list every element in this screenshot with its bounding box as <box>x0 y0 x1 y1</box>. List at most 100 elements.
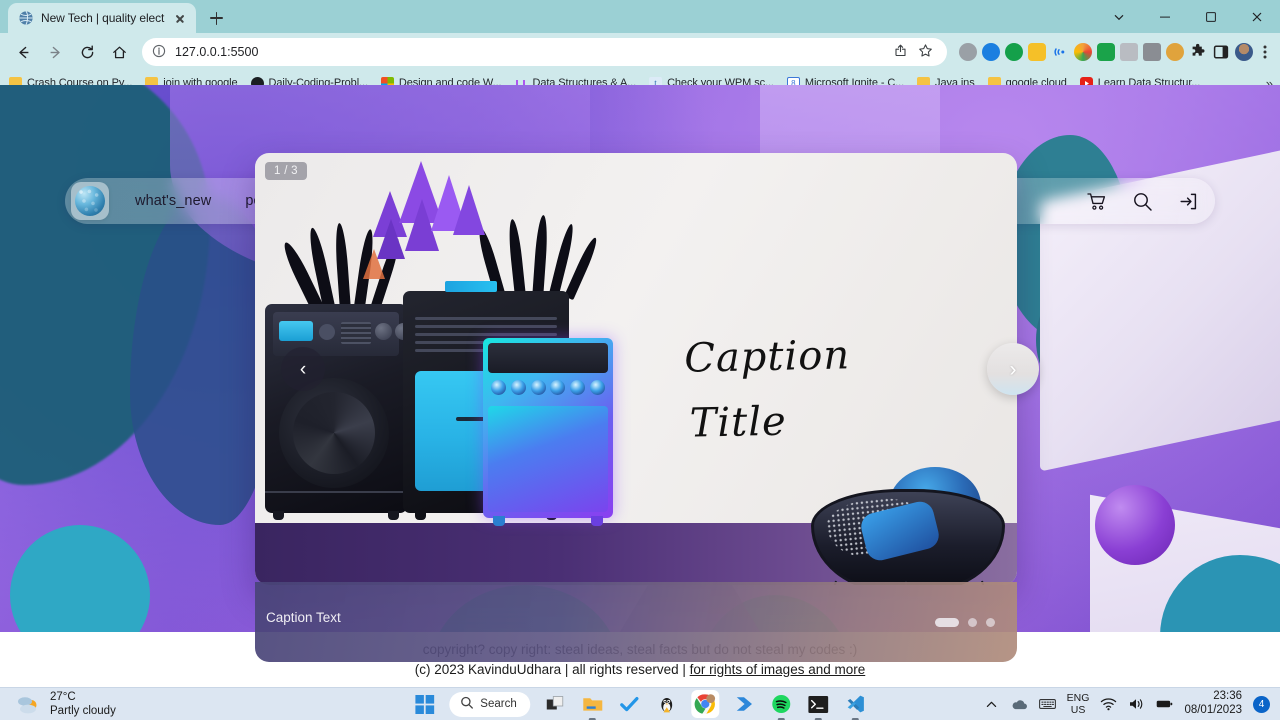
nav-item-whats-new[interactable]: what's_new <box>135 193 211 209</box>
search-icon[interactable] <box>1131 190 1153 212</box>
tab-strip: New Tech | quality electronic item <box>0 0 1280 33</box>
system-tray: ENG US 23:36 08/01/2023 4 <box>983 690 1280 718</box>
carousel-dot-1[interactable] <box>935 618 959 627</box>
caption-title: Caption Title <box>684 323 852 456</box>
taskbar-weather-widget[interactable]: 27°C Partly cloudy <box>0 690 116 718</box>
notification-badge[interactable]: 4 <box>1253 695 1270 713</box>
caption-title-line-1: Caption <box>683 332 851 382</box>
linux-button[interactable] <box>655 692 679 716</box>
wifi-icon[interactable] <box>1100 696 1117 713</box>
clock-date: 08/01/2023 <box>1184 704 1242 716</box>
url-text: 127.0.0.1:5500 <box>175 45 259 59</box>
extensions-strip <box>955 43 1272 61</box>
browser-window: New Tech | quality electronic item <box>0 0 1280 720</box>
kebab-menu-icon[interactable] <box>1258 43 1272 61</box>
footer-rights-link[interactable]: for rights of images and more <box>690 662 866 677</box>
vscode-button[interactable] <box>844 692 868 716</box>
maximize-button[interactable] <box>1188 0 1234 33</box>
taskbar-items: Search <box>412 690 867 718</box>
home-button[interactable] <box>104 37 134 67</box>
cookie-icon[interactable] <box>1166 43 1184 61</box>
taskbar-clock[interactable]: 23:36 08/01/2023 <box>1184 690 1242 718</box>
site-nav-actions <box>1085 190 1199 212</box>
carousel-dots <box>935 618 995 627</box>
new-tab-button[interactable] <box>202 4 230 32</box>
language-indicator[interactable]: ENG US <box>1067 692 1090 716</box>
file-explorer-button[interactable] <box>581 692 605 716</box>
todo-button[interactable] <box>618 692 642 716</box>
weather-temp: 27°C <box>50 690 76 703</box>
share-icon[interactable] <box>893 43 908 61</box>
show-hidden-icons-chevron[interactable] <box>983 696 1000 713</box>
minimize-button[interactable] <box>1142 0 1188 33</box>
hand-icon[interactable] <box>1120 43 1138 61</box>
carousel-dot-2[interactable] <box>968 618 977 627</box>
carousel-dot-3[interactable] <box>986 618 995 627</box>
carousel-caption-bar: Caption Text <box>255 582 1017 662</box>
logo-sphere-icon <box>75 186 105 216</box>
terminal-button[interactable] <box>807 692 831 716</box>
bookmark-star-icon[interactable] <box>918 43 933 61</box>
chevron-right-icon: › <box>1009 357 1017 381</box>
weather-text: 27°C Partly cloudy <box>50 690 116 718</box>
forward-button[interactable] <box>40 37 70 67</box>
gray-box-icon[interactable] <box>1143 43 1161 61</box>
sidepanel-icon[interactable] <box>1212 43 1230 61</box>
puzzle-icon[interactable] <box>1189 43 1207 61</box>
volume-icon[interactable] <box>1128 696 1145 713</box>
pocket-icon[interactable] <box>1005 43 1023 61</box>
start-button[interactable] <box>412 692 436 716</box>
site-info-icon[interactable] <box>152 44 166 61</box>
carousel-next-button[interactable]: › <box>987 343 1039 395</box>
task-view-button[interactable] <box>544 692 568 716</box>
slide-illustration <box>255 153 1017 585</box>
search-icon <box>460 696 473 712</box>
dishwasher-graphic <box>483 338 613 526</box>
taskbar-search-label: Search <box>480 698 517 710</box>
language-line-1: ENG <box>1066 691 1090 704</box>
lightbulb-icon[interactable] <box>1028 43 1046 61</box>
carousel-prev-button[interactable]: ‹ <box>281 347 325 391</box>
shazam-icon[interactable] <box>982 43 1000 61</box>
chrome-button[interactable] <box>691 690 720 718</box>
footer-copyright: (c) 2023 KavinduUdhara | all rights rese… <box>414 661 690 677</box>
close-window-button[interactable] <box>1234 0 1280 33</box>
power-automate-button[interactable] <box>733 692 757 716</box>
chair-graphic <box>805 467 1011 585</box>
chevron-left-icon: ‹ <box>299 358 307 380</box>
close-icon[interactable] <box>172 10 188 26</box>
taskbar-search-box[interactable]: Search <box>449 691 531 717</box>
reload-button[interactable] <box>72 37 102 67</box>
login-icon[interactable] <box>1177 190 1199 212</box>
avatar-icon[interactable] <box>1235 43 1253 61</box>
broadcast-icon[interactable] <box>1051 43 1069 61</box>
caption-title-line-2: Title <box>689 398 788 447</box>
windows-taskbar: 27°C Partly cloudy Search ENG US 23:36 0… <box>0 687 1280 720</box>
language-line-2: US <box>1070 704 1086 716</box>
site-logo[interactable] <box>71 182 109 220</box>
carousel-slide: Caption Title <box>255 153 1017 585</box>
back-button[interactable] <box>8 37 38 67</box>
grammar-icon[interactable] <box>1097 43 1115 61</box>
image-carousel: Caption Text Caption Title 1 / 3 ‹ › <box>255 153 1039 662</box>
slide-counter: 1 / 3 <box>265 162 307 180</box>
clock-color-icon[interactable] <box>1074 43 1092 61</box>
keyboard-icon[interactable] <box>1038 696 1056 713</box>
onedrive-icon[interactable] <box>1011 696 1028 713</box>
speed-icon[interactable] <box>959 43 977 61</box>
washing-machine-graphic <box>265 304 412 520</box>
address-bar[interactable]: 127.0.0.1:5500 <box>142 38 947 66</box>
globe-icon <box>18 10 34 26</box>
weather-condition: Partly cloudy <box>50 705 116 717</box>
caption-text: Caption Text <box>266 610 341 625</box>
nav-label: what's_new <box>135 193 212 209</box>
cart-icon[interactable] <box>1085 190 1107 212</box>
tab-title: New Tech | quality electronic item <box>41 11 165 25</box>
chevron-down-icon[interactable] <box>1096 0 1142 33</box>
battery-icon[interactable] <box>1156 696 1173 713</box>
clock-time: 23:36 <box>1213 690 1242 703</box>
browser-tab[interactable]: New Tech | quality electronic item <box>8 3 196 33</box>
spotify-button[interactable] <box>770 692 794 716</box>
page-viewport: what's_new popular categories <box>0 85 1280 687</box>
footer-line-2: (c) 2023 KavinduUdhara | all rights rese… <box>415 660 866 680</box>
